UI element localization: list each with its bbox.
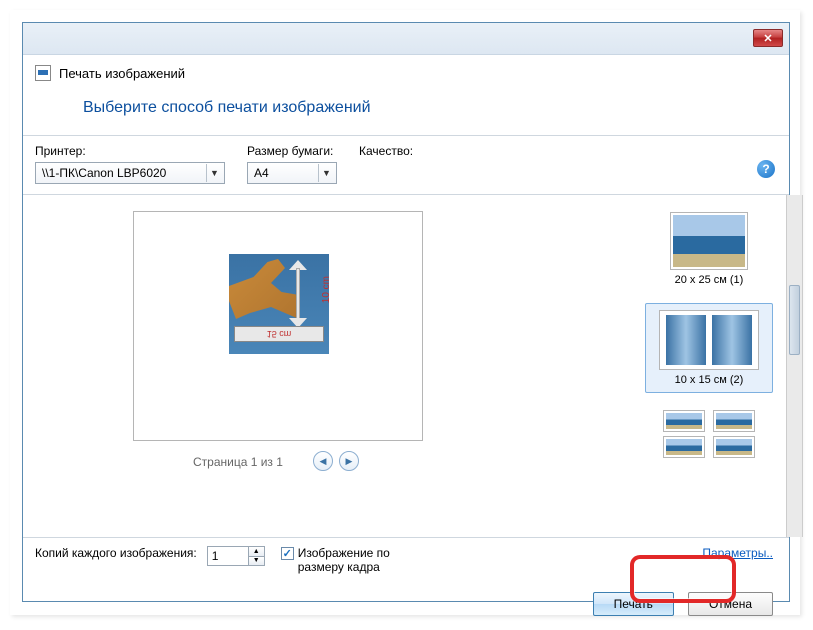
preview-image: 10 cm 15 cm — [229, 254, 329, 354]
layouts-scrollbar[interactable] — [786, 195, 803, 537]
close-button[interactable]: ✕ — [753, 29, 783, 47]
chevron-down-icon: ▼ — [206, 164, 222, 182]
titlebar-chrome: ✕ — [23, 23, 789, 55]
printer-group: Принтер: \\1-ПК\Canon LBP6020 ▼ — [35, 144, 225, 184]
layout-thumb-icon — [670, 212, 748, 270]
footer-options: Копий каждого изображения: ▲ ▼ ✓ Изображ… — [23, 537, 789, 582]
chevron-down-icon: ▼ — [318, 164, 334, 182]
printer-label: Принтер: — [35, 144, 225, 158]
selectors-row: Принтер: \\1-ПК\Canon LBP6020 ▼ Размер б… — [23, 136, 789, 195]
page-nav: ◀ ▶ — [313, 451, 359, 471]
printer-icon — [35, 65, 51, 81]
print-dialog: ✕ Печать изображений Выберите способ печ… — [22, 22, 790, 602]
paper-combobox[interactable]: A4 ▼ — [247, 162, 337, 184]
prev-page-button[interactable]: ◀ — [313, 451, 333, 471]
copies-label: Копий каждого изображения: — [35, 546, 197, 560]
printer-combobox[interactable]: \\1-ПК\Canon LBP6020 ▼ — [35, 162, 225, 184]
scrollbar-thumb[interactable] — [789, 285, 800, 355]
content-row: 10 cm 15 cm Страница 1 из 1 ◀ ▶ 20 x 25 … — [23, 195, 789, 537]
spin-down-button[interactable]: ▼ — [249, 557, 264, 566]
help-icon[interactable]: ? — [757, 160, 775, 178]
layout-item-4up[interactable] — [645, 403, 773, 463]
copies-input[interactable] — [207, 546, 249, 566]
close-icon: ✕ — [763, 32, 772, 45]
paper-group: Размер бумаги: A4 ▼ — [247, 144, 337, 184]
quality-group: Качество: — [359, 144, 413, 184]
dimension-h: 15 cm — [267, 329, 292, 339]
footer-buttons: Печать Отмена — [23, 582, 789, 630]
page-heading: Выберите способ печати изображений — [23, 81, 789, 136]
paper-value: A4 — [254, 166, 318, 180]
horizontal-ruler: 15 cm — [234, 326, 324, 342]
layout-item-20x25[interactable]: 20 x 25 см (1) — [645, 205, 773, 293]
dimension-v: 10 cm — [321, 276, 329, 303]
window-title: Печать изображений — [59, 66, 185, 81]
layout-caption: 10 x 15 см (2) — [652, 374, 766, 386]
quality-label: Качество: — [359, 144, 413, 158]
cancel-button[interactable]: Отмена — [688, 592, 773, 616]
layout-thumb-icon — [659, 410, 759, 458]
preview-page: 10 cm 15 cm — [133, 211, 423, 441]
printer-value: \\1-ПК\Canon LBP6020 — [42, 166, 206, 180]
layout-thumb-icon — [659, 310, 759, 370]
fit-to-frame-checkbox[interactable]: ✓ Изображение по размеру кадра — [281, 546, 418, 574]
spinner-buttons: ▲ ▼ — [249, 546, 265, 566]
vertical-arrow-icon — [289, 260, 307, 328]
checkbox-icon: ✓ — [281, 547, 294, 560]
fit-label: Изображение по размеру кадра — [298, 546, 418, 574]
layout-caption: 20 x 25 см (1) — [652, 274, 766, 286]
print-button[interactable]: Печать — [593, 592, 674, 616]
parameters-link[interactable]: Параметры.. — [702, 546, 773, 560]
next-page-button[interactable]: ▶ — [339, 451, 359, 471]
page-counter: Страница 1 из 1 — [193, 455, 283, 469]
preview-column: 10 cm 15 cm Страница 1 из 1 ◀ ▶ — [23, 195, 629, 537]
layout-item-10x15[interactable]: 10 x 15 см (2) — [645, 303, 773, 393]
copies-spinner: ▲ ▼ — [207, 546, 265, 566]
spin-up-button[interactable]: ▲ — [249, 547, 264, 557]
layouts-column: 20 x 25 см (1) 10 x 15 см (2) — [629, 195, 789, 537]
title-row: Печать изображений — [23, 55, 789, 81]
paper-label: Размер бумаги: — [247, 144, 337, 158]
